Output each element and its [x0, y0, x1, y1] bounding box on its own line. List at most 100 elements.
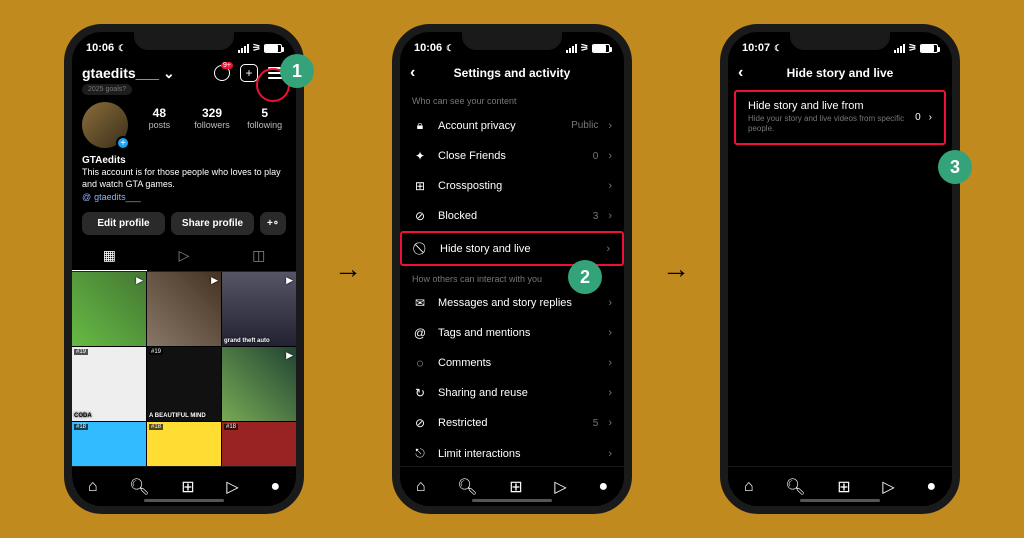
threads-link-text: gtaedits___	[94, 192, 141, 204]
row-account-privacy[interactable]: 🔒︎ Account privacy Public ›	[400, 110, 624, 141]
wifi-icon: ⚞	[908, 43, 917, 54]
following-label: following	[243, 120, 286, 130]
nav-search-icon[interactable]: 🔍︎	[129, 477, 149, 497]
chevron-right-icon: ›	[929, 112, 932, 123]
nav-reels-icon[interactable]: ▷	[554, 477, 566, 497]
star-circle-icon: ✦	[412, 149, 428, 163]
back-button[interactable]: ‹	[410, 64, 415, 82]
chevron-right-icon: ›	[608, 150, 612, 162]
back-button[interactable]: ‹	[738, 64, 743, 82]
notch	[462, 32, 562, 50]
comment-icon: ◌	[412, 356, 428, 370]
row-restricted[interactable]: ⊘ Restricted 5 ›	[400, 408, 624, 438]
row-value: 5	[593, 418, 599, 429]
nav-home-icon[interactable]: ⌂	[744, 478, 754, 496]
story-prompt: 2025 goals?	[82, 84, 132, 95]
row-tags[interactable]: @ Tags and mentions ›	[400, 318, 624, 348]
tab-reels[interactable]: ▷	[147, 241, 222, 271]
threads-link[interactable]: @ gtaedits___	[82, 192, 286, 204]
nav-search-icon[interactable]: 🔍︎	[785, 477, 805, 497]
chevron-right-icon: ›	[608, 327, 612, 339]
nav-reels-icon[interactable]: ▷	[882, 477, 894, 497]
tab-grid[interactable]: ▦	[72, 241, 147, 271]
wifi-icon: ⚞	[252, 43, 261, 54]
followers-count: 329	[191, 106, 234, 120]
nav-reels-icon[interactable]: ▷	[226, 477, 238, 497]
reel-badge-icon: ▶	[136, 275, 143, 286]
post-thumbnail[interactable]: ▶	[72, 272, 146, 346]
nav-home-icon[interactable]: ⌂	[416, 478, 426, 496]
row-label: Restricted	[438, 417, 583, 429]
bio-text: This account is for those people who lov…	[82, 167, 286, 190]
followers-stat[interactable]: 329 followers	[191, 106, 234, 130]
row-label: Blocked	[438, 210, 583, 222]
chevron-down-icon: ⌄	[163, 65, 175, 82]
threads-button[interactable]: 9+	[214, 65, 230, 81]
post-thumbnail[interactable]: #19A BEAUTIFUL MIND	[147, 347, 221, 421]
row-label: Limit interactions	[438, 448, 598, 460]
nav-search-icon[interactable]: 🔍︎	[457, 477, 477, 497]
create-button[interactable]: +	[240, 64, 258, 82]
poster-tag: #19	[149, 349, 163, 355]
status-time: 10:07	[742, 42, 770, 54]
step-badge-3: 3	[938, 150, 972, 184]
signal-icon	[238, 44, 249, 53]
nav-create-icon[interactable]: ⊞	[181, 477, 194, 497]
following-stat[interactable]: 5 following	[243, 106, 286, 130]
tab-tagged[interactable]: ◫	[221, 241, 296, 271]
poster-tag: #18	[149, 424, 163, 430]
edit-profile-button[interactable]: Edit profile	[82, 212, 165, 235]
restricted-icon: ⊘	[412, 416, 428, 430]
post-thumbnail[interactable]: ▶	[147, 272, 221, 346]
row-crossposting[interactable]: ⊞ Crossposting ›	[400, 171, 624, 201]
share-profile-button[interactable]: Share profile	[171, 212, 254, 235]
chevron-right-icon: ›	[608, 210, 612, 222]
chevron-right-icon: ›	[608, 180, 612, 192]
nav-create-icon[interactable]: ⊞	[837, 477, 850, 497]
nav-profile-icon[interactable]: ●	[270, 478, 280, 496]
nav-profile-icon[interactable]: ●	[926, 478, 936, 496]
discover-people-button[interactable]: +∘	[260, 212, 286, 235]
signal-icon	[894, 44, 905, 53]
grid-icon: ▦	[103, 247, 116, 263]
row-limit[interactable]: ⎋ Limit interactions ›	[400, 438, 624, 469]
limit-icon: ⎋	[412, 446, 428, 461]
arrow-icon: →	[662, 253, 690, 285]
post-thumbnail[interactable]: ▶	[222, 347, 296, 421]
posts-label: posts	[138, 120, 181, 130]
add-person-icon: +∘	[267, 218, 279, 229]
row-hide-story-from[interactable]: Hide story and live from Hide your story…	[734, 90, 946, 145]
posts-grid: ▶ ▶ ▶grand theft auto #19CODA #19A BEAUT…	[72, 272, 296, 496]
step-1-phone: 1 10:06 ☾ ⚞ gtaedits___ ⌄ 9+	[64, 24, 304, 514]
post-thumbnail[interactable]: ▶grand theft auto	[222, 272, 296, 346]
tagged-icon: ◫	[252, 247, 265, 263]
row-label: Tags and mentions	[438, 327, 598, 339]
phone-3: 10:07☾ ⚞ ‹ Hide story and live Hide stor…	[720, 24, 960, 514]
row-blocked[interactable]: ⊘ Blocked 3 ›	[400, 201, 624, 231]
row-comments[interactable]: ◌ Comments ›	[400, 348, 624, 378]
threads-link-icon: @	[82, 192, 91, 204]
posts-stat[interactable]: 48 posts	[138, 106, 181, 130]
row-close-friends[interactable]: ✦ Close Friends 0 ›	[400, 141, 624, 171]
row-value: 0	[915, 112, 921, 123]
username-dropdown[interactable]: gtaedits___ ⌄	[82, 65, 175, 82]
post-thumbnail[interactable]: #19CODA	[72, 347, 146, 421]
row-value: 3	[593, 211, 599, 222]
add-story-icon: +	[116, 136, 130, 150]
dnd-moon-icon: ☾	[774, 43, 782, 54]
row-sharing[interactable]: ↻ Sharing and reuse ›	[400, 378, 624, 408]
chevron-right-icon: ›	[608, 120, 612, 132]
nav-home-icon[interactable]: ⌂	[88, 478, 98, 496]
poster-tag: #19	[74, 349, 88, 355]
posts-count: 48	[138, 106, 181, 120]
chevron-right-icon: ›	[608, 417, 612, 429]
nav-profile-icon[interactable]: ●	[598, 478, 608, 496]
wifi-icon: ⚞	[580, 43, 589, 54]
row-label: Close Friends	[438, 150, 583, 162]
section-header: Who can see your content	[400, 88, 624, 110]
phone-1: 10:06 ☾ ⚞ gtaedits___ ⌄ 9+ +	[64, 24, 304, 514]
avatar-button[interactable]: 2025 goals? +	[82, 102, 128, 148]
nav-create-icon[interactable]: ⊞	[509, 477, 522, 497]
home-indicator	[144, 499, 224, 502]
chevron-right-icon: ›	[606, 243, 610, 255]
